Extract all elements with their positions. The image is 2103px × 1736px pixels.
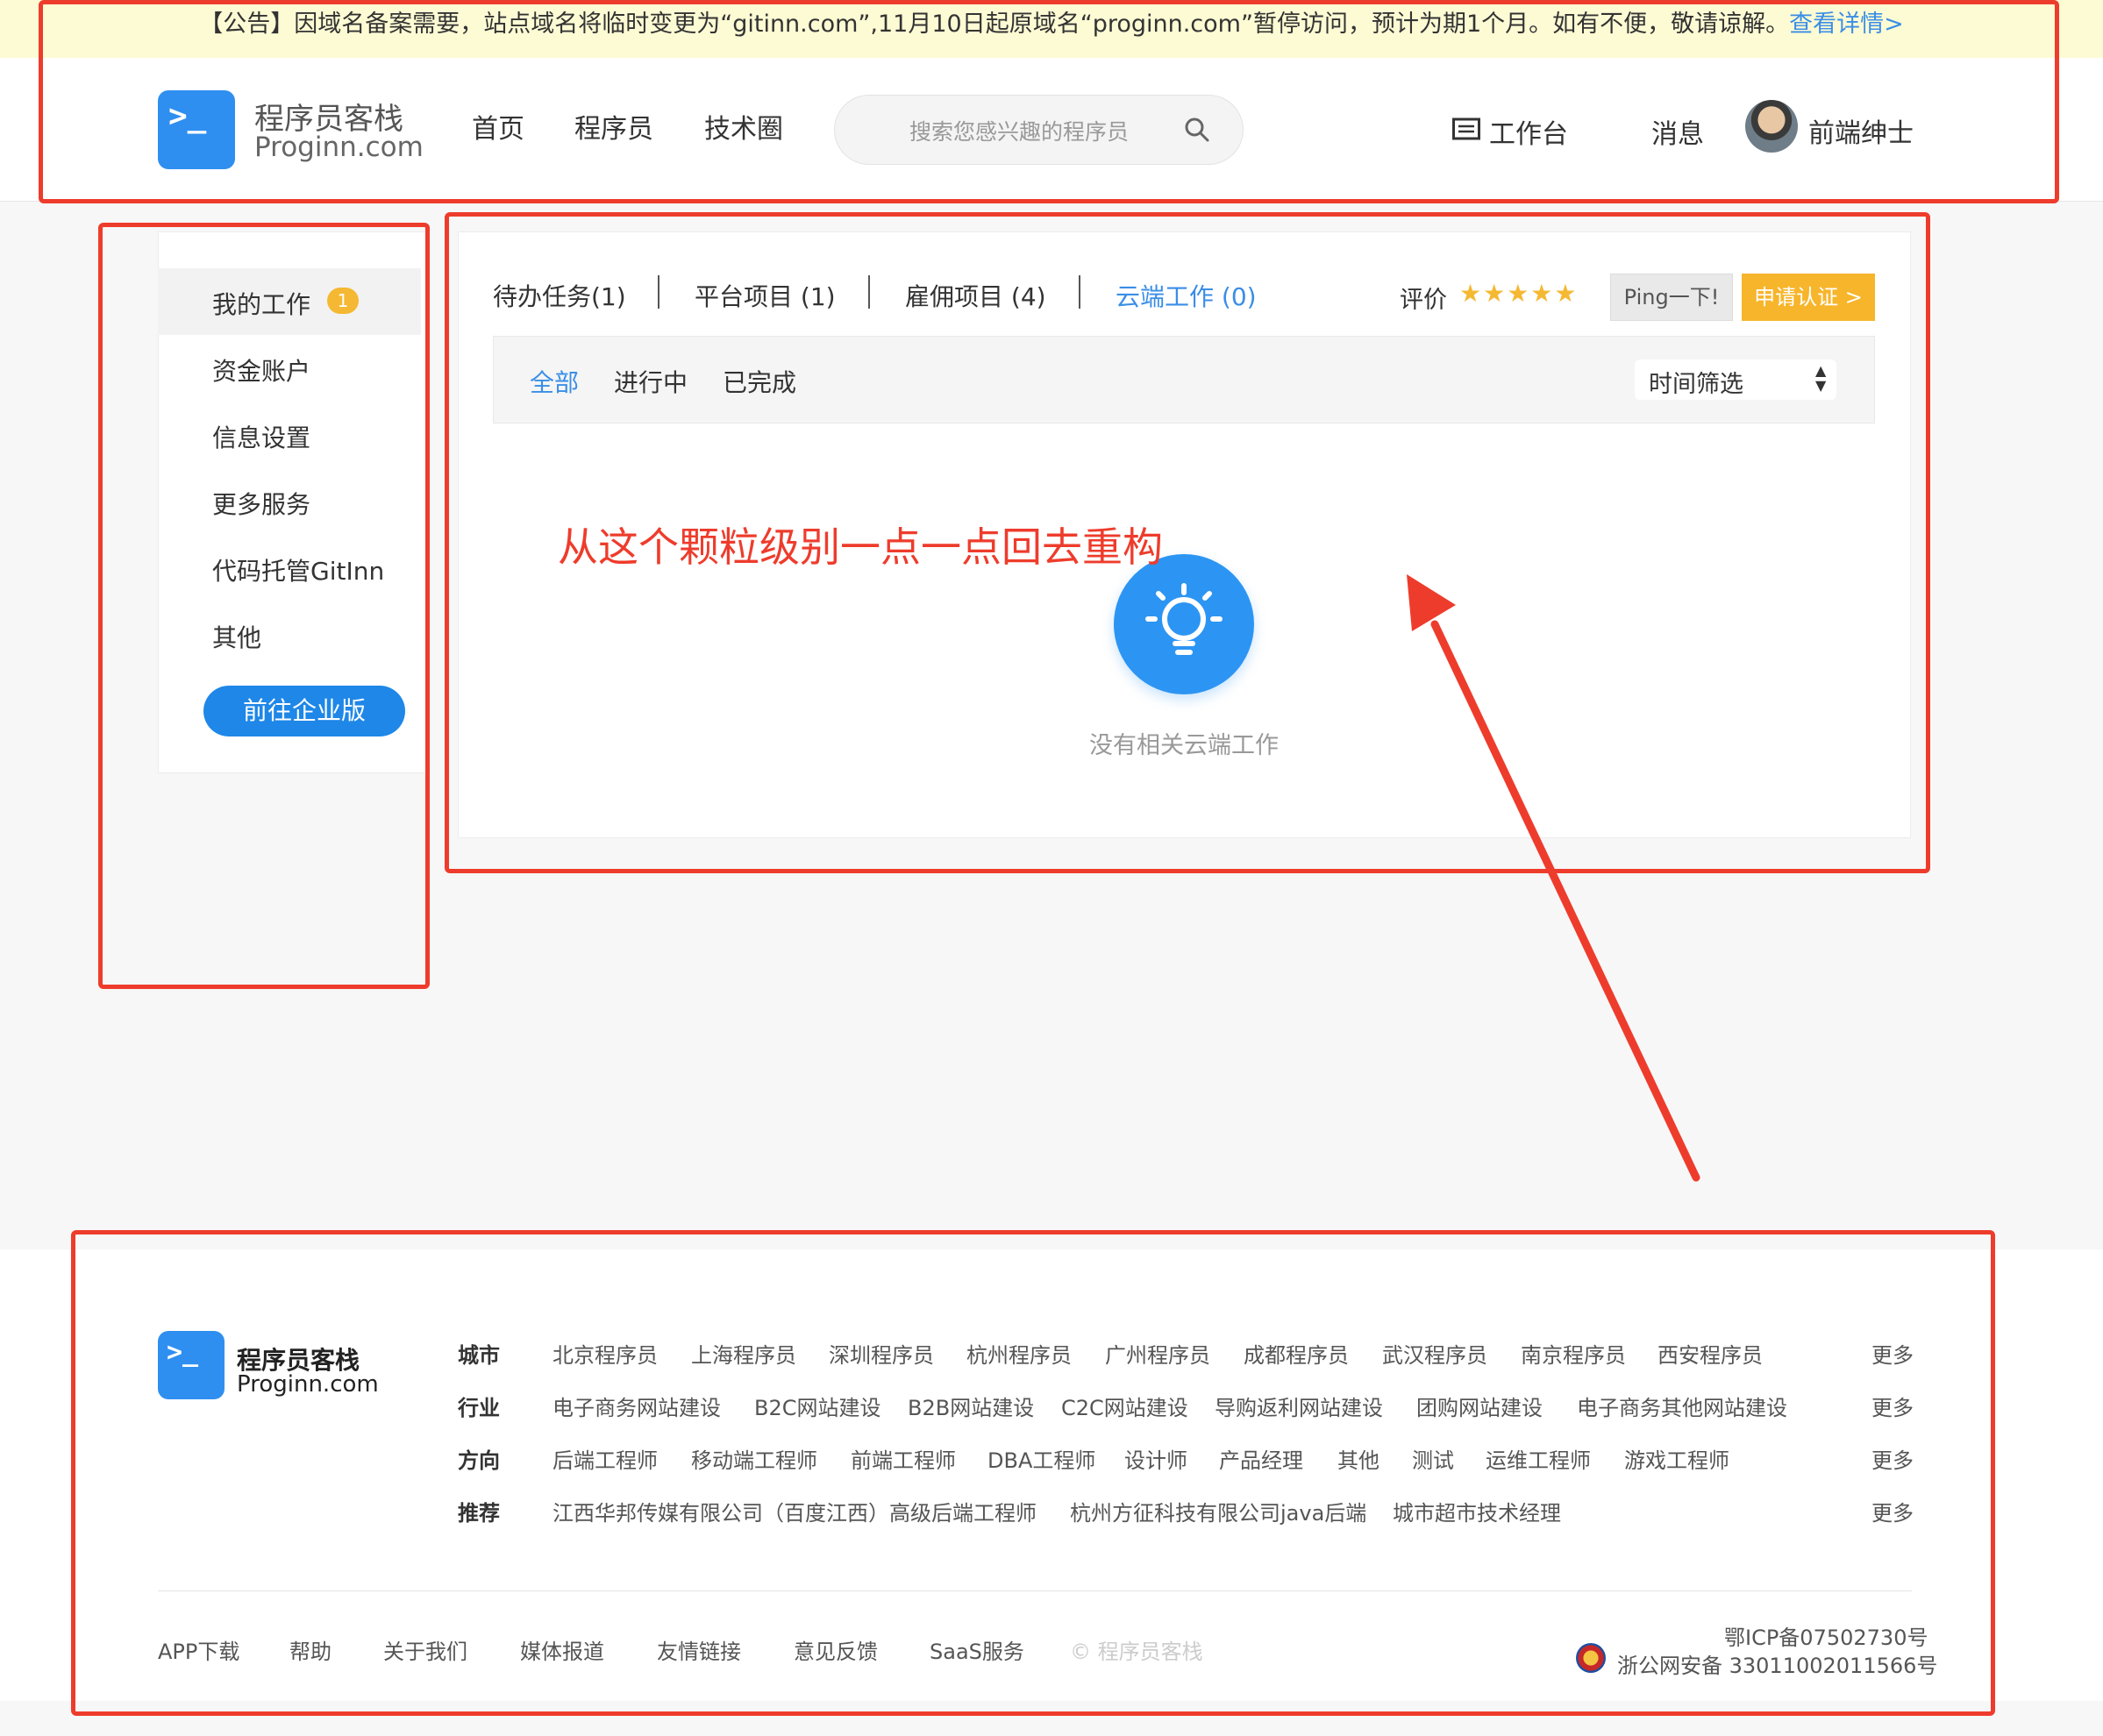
annotation-box-sidebar (98, 223, 430, 989)
annotation-box-header (39, 0, 2059, 203)
annotation-box-footer (71, 1230, 1995, 1716)
annotation-text: 从这个颗粒级别一点一点回去重构 (558, 523, 1163, 571)
